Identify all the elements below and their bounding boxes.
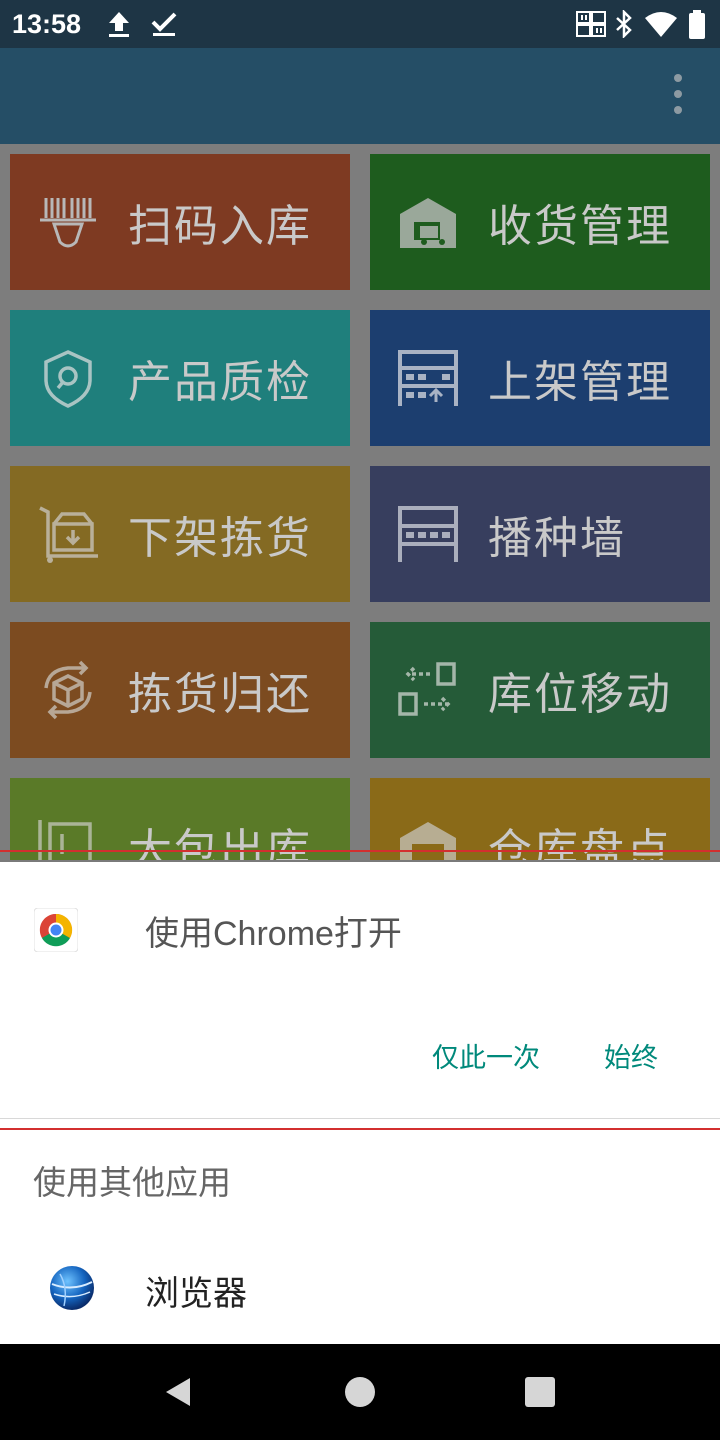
warehouse-count-icon	[400, 822, 456, 860]
tile-pick-return[interactable]: 拣货归还	[10, 622, 350, 758]
tile-label: 仓库盘点	[488, 825, 672, 860]
tile-label: 下架拣货	[128, 513, 312, 564]
battery-icon	[689, 10, 705, 39]
browser-globe-icon	[50, 1266, 94, 1310]
recents-square-icon[interactable]	[522, 1374, 558, 1410]
status-bar: 13:58	[0, 0, 720, 48]
tile-bulk-outbound[interactable]: 大包出库	[10, 778, 350, 860]
tile-label: 播种墙	[488, 513, 626, 564]
tile-inventory-count[interactable]: 仓库盘点	[370, 778, 710, 860]
tile-label: 上架管理	[488, 357, 672, 408]
browser-label: 浏览器	[145, 1275, 247, 1313]
more-vert-icon[interactable]	[668, 74, 688, 118]
shelf-up-icon	[398, 350, 458, 406]
wall-grid-icon	[398, 506, 458, 562]
cart-box-icon	[39, 506, 98, 563]
home-circle-icon[interactable]	[342, 1374, 378, 1410]
shield-search-icon	[44, 350, 92, 408]
tile-label: 拣货归还	[128, 669, 312, 720]
other-apps-title: 使用其他应用	[33, 1164, 231, 1201]
chrome-app-row[interactable]: 使用Chrome打开	[0, 862, 720, 992]
just-once-button[interactable]: 仅此一次	[432, 1036, 540, 1075]
always-button[interactable]: 始终	[604, 1036, 658, 1075]
tile-sowing-wall[interactable]: 播种墙	[370, 466, 710, 602]
navigation-bar	[0, 1344, 720, 1440]
tile-quality-check[interactable]: 产品质检	[10, 310, 350, 446]
chrome-title: 使用Chrome打开	[145, 915, 402, 953]
browser-app-row[interactable]: 浏览器	[0, 1242, 720, 1332]
back-triangle-icon[interactable]	[160, 1374, 196, 1410]
package-out-icon	[38, 820, 92, 860]
tile-scan-inbound[interactable]: 扫码入库	[10, 154, 350, 290]
move-arrows-icon	[398, 662, 456, 716]
app-toolbar	[0, 48, 720, 144]
divider-line	[0, 1128, 720, 1130]
bluetooth-icon	[616, 10, 632, 38]
tile-label: 库位移动	[488, 669, 672, 720]
wifi-icon	[645, 12, 677, 37]
box-return-icon	[44, 660, 92, 720]
check-icon	[151, 12, 177, 36]
tile-shelving[interactable]: 上架管理	[370, 310, 710, 446]
chrome-icon	[34, 908, 78, 952]
tile-label: 产品质检	[128, 357, 312, 408]
tile-label: 扫码入库	[128, 201, 312, 252]
divider-line	[0, 850, 720, 852]
tile-label: 收货管理	[488, 201, 672, 252]
tile-location-move[interactable]: 库位移动	[370, 622, 710, 758]
open-with-sheet: 使用Chrome打开 仅此一次 始终 使用其他应用 浏览器	[0, 862, 720, 1344]
barcode-icon	[576, 11, 606, 37]
function-grid: 扫码入库 收货管理 产品质检 上架管理 下架拣货 播种墙 拣货归还 库位移动 大…	[0, 144, 720, 860]
tile-receiving[interactable]: 收货管理	[370, 154, 710, 290]
status-time: 13:58	[12, 9, 82, 39]
warehouse-truck-icon	[400, 198, 456, 248]
tile-label: 大包出库	[128, 825, 312, 860]
tile-picking[interactable]: 下架拣货	[10, 466, 350, 602]
barcode-scanner-icon	[40, 198, 96, 248]
upload-icon	[109, 12, 129, 37]
section-divider	[0, 1118, 720, 1119]
